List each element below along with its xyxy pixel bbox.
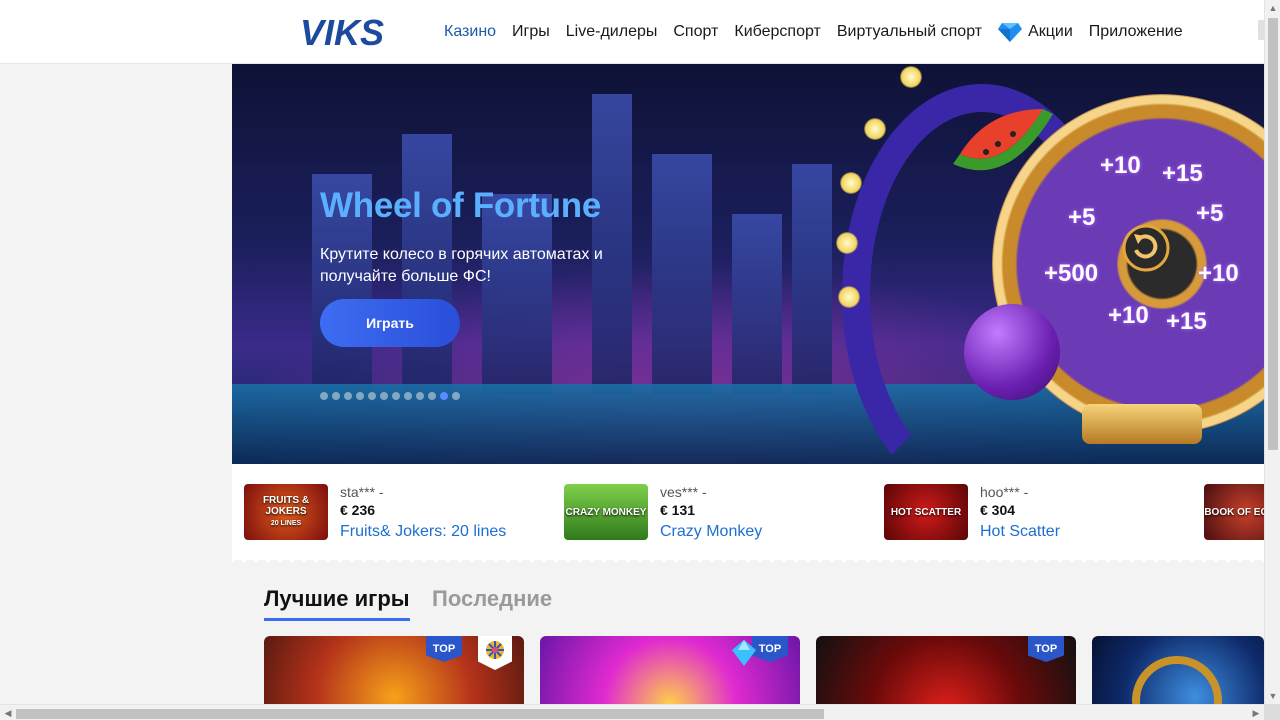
vertical-scrollbar[interactable]: ▲ ▼ — [1264, 0, 1280, 704]
wheel-value: +15 — [1162, 160, 1203, 187]
wheel-value: +10 — [1108, 302, 1149, 329]
slider-dots — [320, 392, 460, 400]
play-button[interactable]: Играть — [320, 299, 460, 347]
slider-dot[interactable] — [416, 392, 424, 400]
nav-live-dealers[interactable]: Live-дилеры — [558, 23, 666, 41]
horizontal-scrollbar[interactable]: ◀ ▶ — [0, 704, 1264, 720]
game-thumbnail[interactable]: CRAZY MONKEY — [564, 484, 648, 540]
zigzag-divider — [232, 556, 1264, 566]
winner-item[interactable]: FRUITS & JOKERS 20 LINES sta*** - € 236 F… — [244, 484, 506, 540]
hero-banner[interactable]: +10 +15 +5 +10 +15 +10 +500 +5 Wheel of … — [232, 64, 1264, 464]
nav-casino[interactable]: Казино — [436, 23, 504, 41]
game-card[interactable]: TOP — [816, 636, 1076, 712]
nav-virtual-sport[interactable]: Виртуальный спорт — [829, 23, 990, 41]
spin-arrow-icon — [1122, 224, 1170, 272]
thumbnail-title: FRUITS & JOKERS 20 LINES — [262, 495, 310, 527]
slider-dot[interactable] — [428, 392, 436, 400]
wheel-value: +500 — [1044, 260, 1099, 287]
site-header: VIKS Казино Игры Live-дилеры Спорт Кибер… — [0, 0, 1264, 64]
slider-dot[interactable] — [404, 392, 412, 400]
vertical-scroll-thumb[interactable] — [1268, 18, 1278, 450]
slider-dot[interactable] — [344, 392, 352, 400]
winner-item[interactable]: HOT SCATTER hoo*** - € 304 Hot Scatter — [884, 484, 1060, 540]
top-badge: TOP — [1028, 636, 1064, 662]
winner-item[interactable]: BOOK OF EGYPT — [1204, 484, 1264, 540]
bulb-icon — [900, 66, 922, 88]
scrollbar-corner — [1264, 704, 1280, 720]
main-nav: Казино Игры Live-дилеры Спорт Киберспорт… — [436, 0, 1191, 64]
slider-dot[interactable] — [368, 392, 376, 400]
game-thumbnail[interactable]: BOOK OF EGYPT — [1204, 484, 1264, 540]
slider-dot[interactable] — [392, 392, 400, 400]
winner-amount: € 304 — [980, 502, 1016, 518]
slider-dot[interactable] — [440, 392, 448, 400]
nav-app[interactable]: Приложение — [1081, 23, 1191, 41]
nav-promotions[interactable]: Акции — [990, 22, 1081, 42]
svg-text:VIKS: VIKS — [300, 12, 384, 52]
wheel-value: +15 — [1166, 308, 1207, 335]
city-building — [732, 214, 782, 394]
slider-dot[interactable] — [380, 392, 388, 400]
winner-amount: € 236 — [340, 502, 376, 518]
city-building — [652, 154, 712, 394]
slider-dot[interactable] — [320, 392, 328, 400]
plum-icon — [964, 304, 1060, 400]
nav-games[interactable]: Игры — [504, 23, 558, 41]
city-building — [792, 164, 832, 394]
wheel-stand — [1082, 404, 1202, 444]
top-badge: TOP — [426, 636, 462, 662]
scroll-up-icon[interactable]: ▲ — [1265, 0, 1280, 16]
wheel-value: +5 — [1068, 204, 1096, 231]
game-thumbnail[interactable]: HOT SCATTER — [884, 484, 968, 540]
bulb-icon — [836, 232, 858, 254]
nav-promotions-label: Акции — [1028, 23, 1073, 40]
game-card[interactable] — [1092, 636, 1264, 712]
thumbnail-title: HOT SCATTER — [890, 506, 962, 518]
thumbnail-title: BOOK OF EGYPT — [1204, 506, 1264, 518]
horizontal-scroll-thumb[interactable] — [16, 709, 824, 719]
scroll-left-icon[interactable]: ◀ — [0, 705, 16, 720]
diamond-icon — [998, 23, 1023, 42]
winner-game-link[interactable]: Hot Scatter — [980, 520, 1060, 544]
wheel-value: +10 — [1100, 152, 1141, 179]
slider-dot[interactable] — [332, 392, 340, 400]
game-card[interactable]: TOP — [540, 636, 800, 712]
winner-game-link[interactable]: Fruits& Jokers: 20 lines — [340, 520, 506, 544]
banner-title: Wheel of Fortune — [320, 186, 602, 225]
tab-recent-games[interactable]: Последние — [432, 586, 552, 618]
slider-dot[interactable] — [356, 392, 364, 400]
watermelon-icon — [953, 109, 1053, 171]
scroll-down-icon[interactable]: ▼ — [1265, 688, 1280, 704]
wheel-value: +5 — [1196, 200, 1224, 227]
gem-icon — [732, 640, 756, 666]
tab-best-games[interactable]: Лучшие игры — [264, 586, 410, 621]
winner-game-link[interactable]: Crazy Monkey — [660, 520, 762, 544]
thumbnail-title: CRAZY MONKEY — [565, 506, 647, 518]
scroll-right-icon[interactable]: ▶ — [1248, 705, 1264, 720]
bulb-icon — [864, 118, 886, 140]
nav-esport[interactable]: Киберспорт — [726, 23, 828, 41]
winner-username: sta*** - — [340, 484, 384, 500]
game-card[interactable]: TOP — [264, 636, 524, 712]
wheel-badge-icon — [478, 636, 512, 670]
slider-dot[interactable] — [452, 392, 460, 400]
winner-username: hoo*** - — [980, 484, 1029, 500]
bulb-icon — [838, 286, 860, 308]
game-thumbnail[interactable]: FRUITS & JOKERS 20 LINES — [244, 484, 328, 540]
banner-description: Крутите колесо в горячих автоматах и пол… — [320, 246, 603, 285]
winner-item[interactable]: CRAZY MONKEY ves*** - € 131 Crazy Monkey — [564, 484, 762, 540]
nav-sport[interactable]: Спорт — [665, 23, 726, 41]
recent-winners: FRUITS & JOKERS 20 LINES sta*** - € 236 F… — [232, 464, 1264, 560]
winner-username: ves*** - — [660, 484, 707, 500]
wheel-value: +10 — [1198, 260, 1239, 287]
viks-logo[interactable]: VIKS — [298, 12, 394, 52]
winner-amount: € 131 — [660, 502, 696, 518]
bulb-icon — [840, 172, 862, 194]
